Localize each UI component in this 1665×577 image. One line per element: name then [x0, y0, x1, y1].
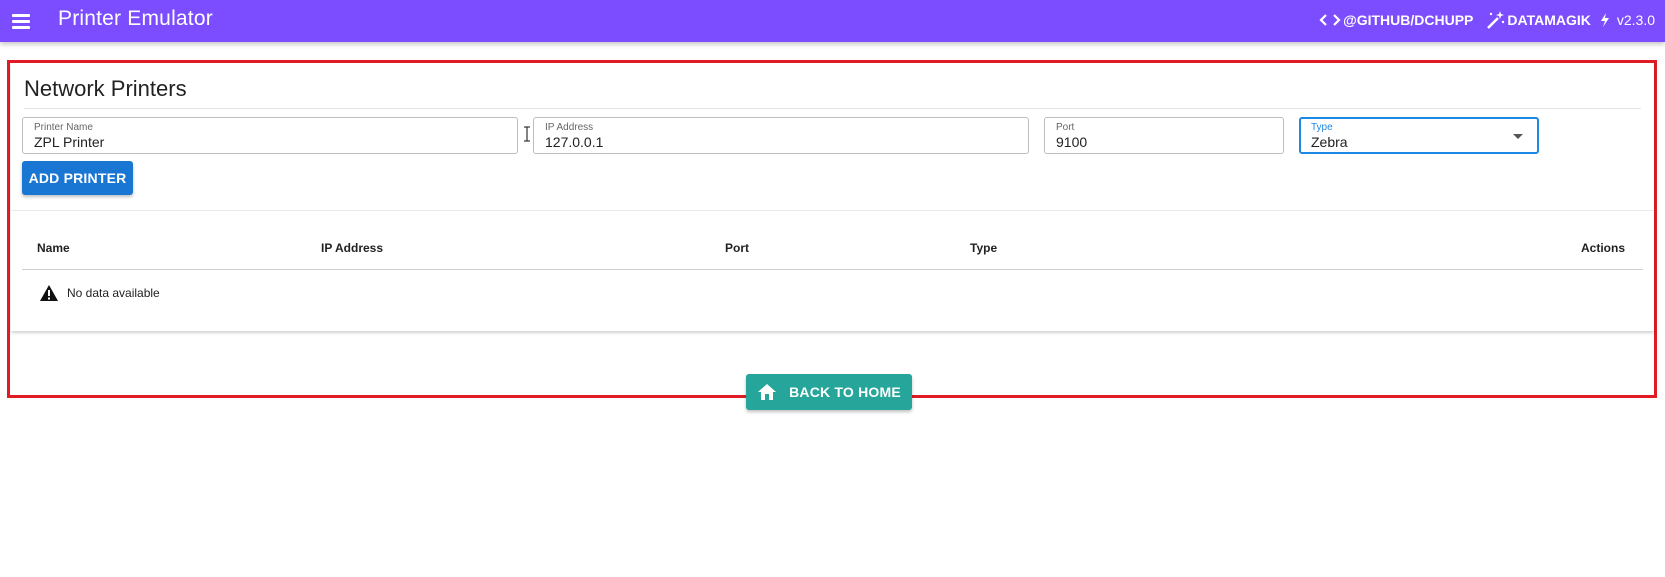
appbar-links: @GITHUB/DCHUPP DATAMAGIK v2.3.0: [1319, 10, 1655, 30]
type-label: Type: [1311, 122, 1333, 133]
version-label: v2.3.0: [1616, 12, 1655, 28]
column-header-name[interactable]: Name: [37, 241, 70, 255]
column-header-port[interactable]: Port: [725, 241, 749, 255]
menu-icon[interactable]: [12, 12, 32, 30]
title-divider: [24, 108, 1641, 109]
text-cursor-icon: [524, 126, 530, 142]
back-to-home-button[interactable]: BACK TO HOME: [746, 374, 912, 410]
ip-address-field[interactable]: IP Address: [533, 117, 1029, 154]
magic-wand-icon: [1487, 11, 1505, 29]
flash-icon: [1600, 13, 1609, 27]
table-divider: [11, 210, 1654, 211]
app-bar: Printer Emulator @GITHUB/DCHUPP DATAMAGI…: [0, 0, 1665, 42]
back-to-home-label: BACK TO HOME: [789, 384, 901, 400]
chevron-down-icon[interactable]: [1513, 134, 1523, 139]
github-link[interactable]: @GITHUB/DCHUPP: [1319, 12, 1473, 28]
empty-state-text: No data available: [67, 286, 160, 300]
printer-name-label: Printer Name: [34, 122, 93, 133]
ip-address-label: IP Address: [545, 122, 594, 133]
ip-address-input[interactable]: [545, 134, 965, 150]
datamagik-link[interactable]: DATAMAGIK: [1485, 10, 1591, 30]
app-title: Printer Emulator: [58, 7, 213, 30]
table-header-divider: [22, 269, 1643, 270]
column-header-ip-address[interactable]: IP Address: [321, 241, 383, 255]
type-select[interactable]: Type Zebra: [1299, 117, 1539, 154]
printer-name-input[interactable]: [34, 134, 454, 150]
home-icon: [758, 384, 777, 400]
warning-icon: [40, 285, 58, 301]
type-value: Zebra: [1311, 134, 1348, 150]
column-header-type[interactable]: Type: [970, 241, 997, 255]
empty-state: No data available: [39, 284, 160, 302]
printer-name-field[interactable]: Printer Name: [22, 117, 518, 154]
add-printer-button[interactable]: ADD PRINTER: [22, 161, 133, 195]
page-title: Network Printers: [24, 76, 187, 101]
port-input[interactable]: [1056, 134, 1259, 150]
datamagik-link-label: DATAMAGIK: [1507, 12, 1591, 28]
port-field[interactable]: Port: [1044, 117, 1284, 154]
github-link-label: @GITHUB/DCHUPP: [1343, 12, 1474, 28]
network-printers-card: Network Printers Printer Name IP Address…: [11, 63, 1654, 331]
code-icon: [1319, 14, 1341, 26]
column-header-actions: Actions: [1580, 241, 1625, 255]
port-label: Port: [1056, 122, 1075, 133]
